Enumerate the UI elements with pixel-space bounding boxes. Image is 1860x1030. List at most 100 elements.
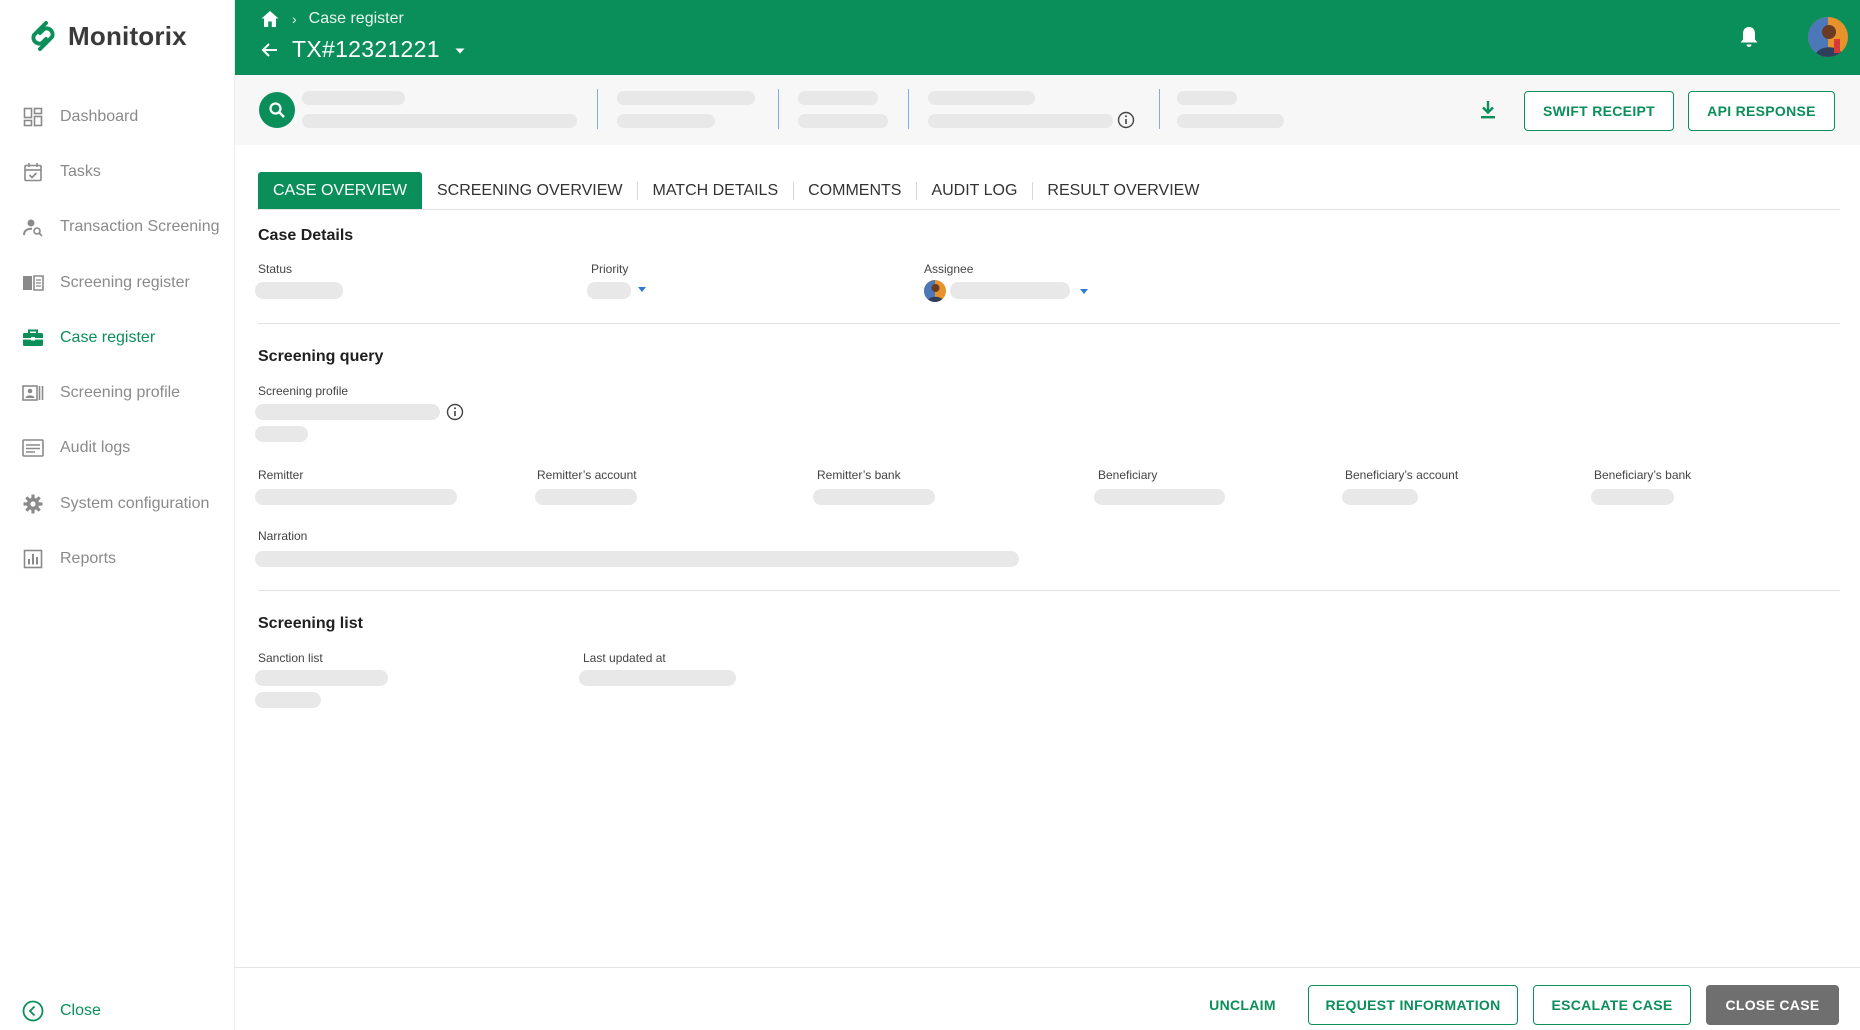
book-icon [22, 272, 44, 294]
loading-placeholder [1177, 91, 1237, 105]
loading-placeholder [302, 91, 405, 105]
back-arrow-icon[interactable] [260, 40, 280, 60]
remitter-bank-label: Remitter’s bank [817, 468, 901, 482]
app-logo[interactable]: Monitorix [24, 16, 187, 56]
dashboard-icon [22, 106, 44, 128]
tab-match-details[interactable]: MATCH DETAILS [637, 172, 793, 209]
beneficiary-bank-label: Beneficiary’s bank [1594, 468, 1692, 482]
sidebar-item-reports[interactable]: Reports [0, 531, 235, 586]
sidebar-item-screening-register[interactable]: Screening register [0, 255, 235, 310]
user-avatar[interactable] [1808, 17, 1848, 57]
screening-query-title: Screening query [258, 348, 384, 365]
case-action-footer: UNCLAIM REQUEST INFORMATION ESCALATE CAS… [235, 967, 1860, 1030]
sidebar-item-label: Transaction Screening [60, 218, 220, 236]
remitter-value-placeholder [255, 489, 457, 505]
tab-audit-log[interactable]: AUDIT LOG [916, 172, 1032, 209]
summary-divider [597, 89, 598, 129]
info-icon[interactable] [1117, 111, 1135, 129]
top-header: › Case register TX#12321221 [235, 0, 1860, 75]
app-name: Monitorix [68, 20, 187, 51]
remitter-label: Remitter [258, 468, 304, 482]
home-icon[interactable] [260, 9, 280, 29]
beneficiary-account-placeholder [1342, 489, 1418, 505]
status-label: Status [258, 262, 293, 276]
briefcase-icon [22, 327, 44, 349]
logo-icon [31, 21, 55, 51]
sidebar-item-label: Tasks [60, 162, 101, 180]
api-response-button[interactable]: API RESPONSE [1688, 91, 1835, 131]
sidebar-item-label: Reports [60, 550, 117, 568]
priority-dropdown-icon[interactable] [638, 287, 646, 292]
transaction-summary-bar: SWIFT RECEIPT API RESPONSE [235, 75, 1860, 145]
loading-placeholder [617, 114, 715, 128]
sidebar-item-dashboard[interactable]: Dashboard [0, 89, 235, 144]
remitter-account-placeholder [535, 489, 637, 505]
sidebar-item-case-register[interactable]: Case register [0, 310, 235, 365]
sidebar-close-button[interactable]: Close [22, 1000, 101, 1022]
remitter-account-label: Remitter’s account [537, 468, 637, 482]
case-details-title: Case Details [258, 227, 354, 244]
sidebar-item-audit-logs[interactable]: Audit logs [0, 421, 235, 476]
sidebar-item-system-configuration[interactable]: System configuration [0, 476, 235, 531]
loading-placeholder [928, 91, 1035, 105]
screening-profile-placeholder [255, 404, 440, 420]
summary-divider [908, 89, 909, 129]
swift-receipt-button[interactable]: SWIFT RECEIPT [1524, 91, 1674, 131]
sidebar-item-transaction-screening[interactable]: Transaction Screening [0, 200, 235, 255]
case-tabs: CASE OVERVIEW SCREENING OVERVIEW MATCH D… [258, 172, 1840, 210]
page-title: TX#12321221 [292, 36, 440, 62]
search-button[interactable] [259, 92, 295, 128]
screening-profile-label: Screening profile [258, 384, 349, 398]
close-case-button[interactable]: CLOSE CASE [1706, 985, 1839, 1025]
assignee-avatar [924, 280, 946, 302]
sidebar-nav: Dashboard Tasks Transaction Screening Sc… [0, 89, 235, 587]
gear-icon [22, 493, 44, 515]
sanction-list-label: Sanction list [258, 651, 323, 665]
chevron-down-icon[interactable] [454, 44, 466, 56]
loading-placeholder [928, 114, 1113, 128]
tab-comments[interactable]: COMMENTS [793, 172, 916, 209]
tab-case-overview[interactable]: CASE OVERVIEW [258, 172, 422, 209]
remitter-bank-placeholder [813, 489, 935, 505]
sidebar: Monitorix Dashboard Tasks Transaction Sc… [0, 0, 235, 1030]
person-search-icon [22, 216, 44, 238]
beneficiary-value-placeholder [1094, 489, 1225, 505]
chevron-left-circle-icon [22, 1000, 44, 1022]
tab-screening-overview[interactable]: SCREENING OVERVIEW [422, 172, 638, 209]
sidebar-item-label: System configuration [60, 494, 210, 512]
page-title-row: TX#12321221 [260, 36, 466, 63]
assignee-select-placeholder[interactable] [950, 282, 1070, 299]
loading-placeholder [798, 114, 888, 128]
breadcrumb-current[interactable]: Case register [309, 10, 404, 28]
summary-divider [1159, 89, 1160, 129]
sidebar-item-label: Dashboard [60, 107, 139, 125]
sidebar-item-screening-profile[interactable]: Screening profile [0, 365, 235, 420]
escalate-case-button[interactable]: ESCALATE CASE [1533, 985, 1691, 1025]
priority-label: Priority [591, 262, 629, 276]
request-information-button[interactable]: REQUEST INFORMATION [1308, 985, 1518, 1025]
profile-card-icon [22, 382, 44, 404]
status-value-placeholder [255, 282, 343, 299]
breadcrumb-separator-icon: › [292, 11, 297, 27]
tab-result-overview[interactable]: RESULT OVERVIEW [1032, 172, 1214, 209]
assignee-label: Assignee [924, 262, 974, 276]
notification-bell-icon[interactable] [1738, 25, 1760, 49]
breadcrumb: › Case register [260, 9, 404, 29]
beneficiary-bank-placeholder [1591, 489, 1674, 505]
sanction-list-placeholder [255, 692, 321, 708]
beneficiary-account-label: Beneficiary’s account [1345, 468, 1459, 482]
search-icon [269, 102, 285, 118]
sidebar-item-label: Screening register [60, 273, 190, 291]
screening-profile-placeholder [255, 426, 308, 442]
loading-placeholder [302, 114, 577, 128]
loading-placeholder [1177, 114, 1284, 128]
list-icon [22, 437, 44, 459]
sidebar-item-label: Screening profile [60, 384, 181, 402]
download-icon[interactable] [1478, 99, 1498, 121]
calendar-check-icon [22, 161, 44, 183]
assignee-dropdown-icon[interactable] [1080, 289, 1088, 294]
sidebar-item-tasks[interactable]: Tasks [0, 144, 235, 199]
priority-select-placeholder[interactable] [587, 282, 631, 299]
info-icon[interactable] [446, 403, 464, 421]
unclaim-button[interactable]: UNCLAIM [1190, 985, 1295, 1025]
